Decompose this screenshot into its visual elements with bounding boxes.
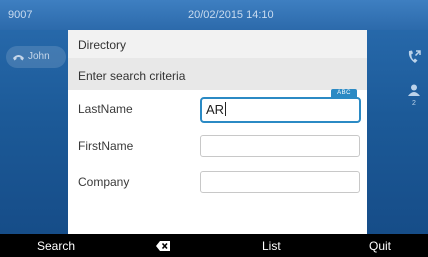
list-softkey[interactable]: List — [262, 239, 281, 253]
line-button-john[interactable]: John — [6, 46, 66, 68]
firstname-row: FirstName — [68, 130, 367, 166]
lastname-label: LastName — [78, 102, 133, 116]
lastname-row: LastName AR — [68, 92, 367, 128]
directory-dialog: Directory Enter search criteria ABC Last… — [68, 30, 367, 234]
extension-number: 9007 — [8, 9, 33, 21]
phone-screen: 9007 20/02/2015 14:10 John 2 Directory E… — [0, 0, 428, 257]
search-softkey[interactable]: Search — [37, 239, 75, 253]
company-input[interactable] — [200, 171, 360, 193]
dialog-title: Directory — [68, 30, 367, 58]
contacts-icon[interactable] — [405, 82, 423, 100]
softkey-bar: Search List Quit — [0, 234, 428, 257]
quit-softkey[interactable]: Quit — [369, 239, 391, 253]
search-criteria-prompt: Enter search criteria — [68, 58, 367, 90]
phone-handset-icon — [13, 55, 24, 61]
lastname-input[interactable]: AR — [200, 97, 361, 123]
line-label: John — [28, 51, 50, 62]
company-row: Company — [68, 166, 367, 202]
text-caret — [225, 102, 227, 116]
status-bar: 9007 20/02/2015 14:10 — [0, 0, 428, 30]
company-label: Company — [78, 175, 130, 189]
backspace-icon[interactable] — [155, 240, 171, 252]
contacts-badge-count: 2 — [412, 100, 416, 107]
firstname-label: FirstName — [78, 139, 134, 153]
call-forward-icon[interactable] — [405, 48, 423, 66]
firstname-input[interactable] — [200, 135, 360, 157]
lastname-value: AR — [206, 102, 225, 117]
date-time: 20/02/2015 14:10 — [188, 9, 274, 21]
